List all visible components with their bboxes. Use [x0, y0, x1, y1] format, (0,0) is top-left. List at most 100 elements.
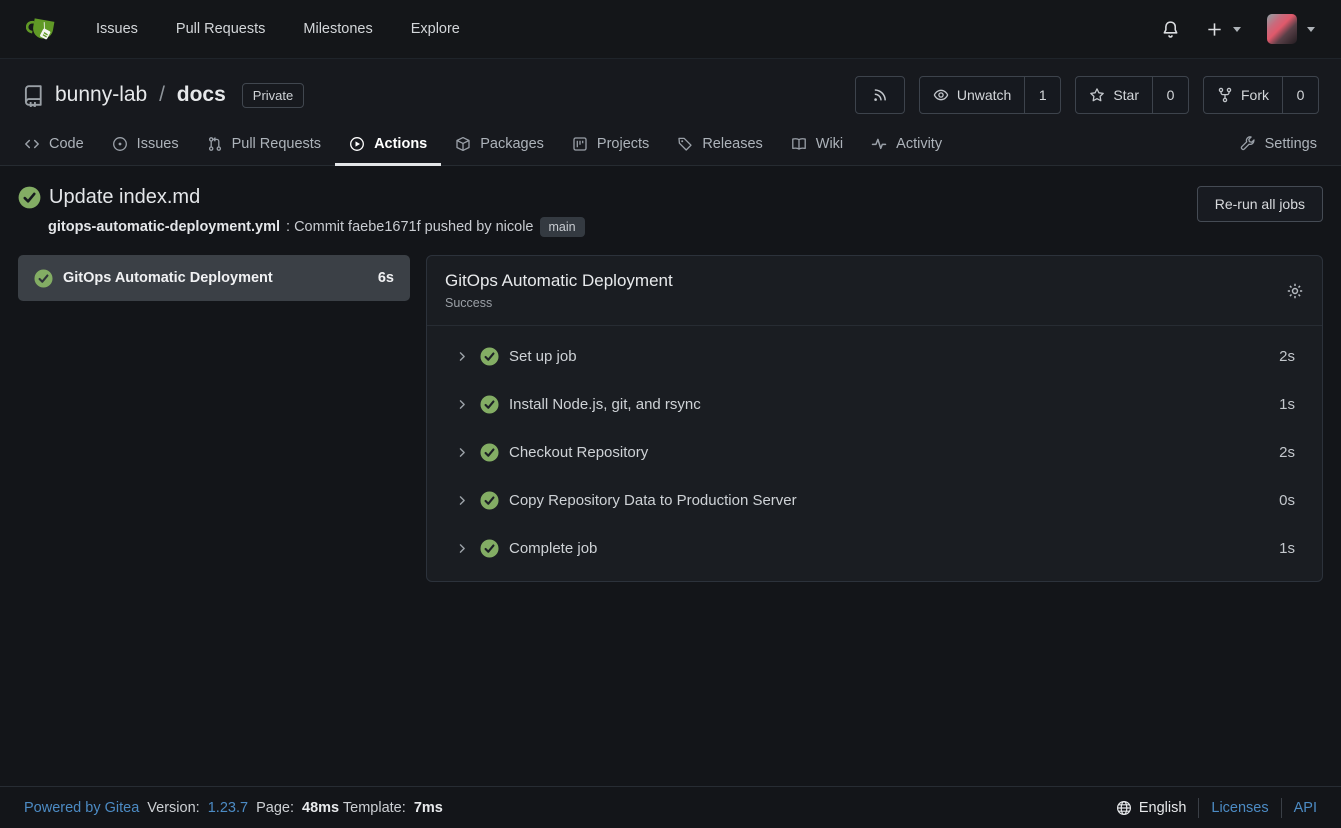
- top-navbar: Issues Pull Requests Milestones Explore: [0, 0, 1341, 59]
- star-count[interactable]: 0: [1152, 77, 1188, 113]
- user-menu[interactable]: [1267, 14, 1315, 44]
- branch-badge[interactable]: main: [540, 217, 585, 237]
- page-time-value: 48ms: [302, 800, 339, 816]
- star-icon: [1089, 87, 1105, 103]
- footer-divider: [1198, 798, 1199, 818]
- notifications-bell-icon[interactable]: [1161, 20, 1180, 39]
- check-circle-icon: [480, 347, 499, 366]
- play-circle-icon: [349, 136, 365, 152]
- steps-list: Set up job 2s Install Node.js, git, and …: [427, 326, 1322, 581]
- job-success-check-icon: [34, 269, 53, 288]
- step-duration: 0s: [1279, 492, 1295, 509]
- chevron-right-icon[interactable]: [456, 398, 469, 411]
- nav-item-issues[interactable]: Issues: [96, 21, 138, 37]
- gear-icon[interactable]: [1286, 282, 1304, 300]
- nav-item-pull-requests[interactable]: Pull Requests: [176, 21, 265, 37]
- tools-icon: [1240, 136, 1256, 152]
- version-label: Version:: [147, 800, 199, 816]
- fork-count[interactable]: 0: [1282, 77, 1318, 113]
- nav-item-milestones[interactable]: Milestones: [303, 21, 372, 37]
- watch-count[interactable]: 1: [1024, 77, 1060, 113]
- footer-info: Powered by Gitea Version: 1.23.7 Page: 4…: [24, 800, 443, 816]
- chevron-right-icon[interactable]: [456, 446, 469, 459]
- api-link[interactable]: API: [1294, 800, 1317, 816]
- panel-job-status: Success: [445, 296, 673, 310]
- pulse-icon: [871, 136, 887, 152]
- check-circle-icon: [480, 395, 499, 414]
- repo-tabs: Code Issues Pull Requests Actions: [0, 124, 1341, 165]
- git-fork-icon: [1217, 87, 1233, 103]
- step-row-complete[interactable]: Complete job 1s: [427, 524, 1322, 572]
- repo-book-icon: [22, 84, 45, 107]
- chevron-right-icon[interactable]: [456, 494, 469, 507]
- git-pull-request-icon: [207, 136, 223, 152]
- tab-packages[interactable]: Packages: [441, 124, 558, 166]
- tab-actions[interactable]: Actions: [335, 124, 441, 166]
- private-badge: Private: [242, 83, 304, 108]
- create-new-caret-icon: [1233, 27, 1241, 32]
- language-selector[interactable]: English: [1116, 800, 1187, 816]
- repo-header: bunny-lab / docs Private: [0, 59, 1341, 166]
- fork-button[interactable]: Fork: [1204, 77, 1282, 113]
- step-row-install[interactable]: Install Node.js, git, and rsync 1s: [427, 380, 1322, 428]
- job-duration: 6s: [378, 270, 394, 286]
- tab-releases[interactable]: Releases: [663, 124, 776, 166]
- rss-icon[interactable]: [856, 77, 904, 113]
- powered-by-gitea-link[interactable]: Powered by Gitea: [24, 800, 139, 816]
- job-list-item[interactable]: GitOps Automatic Deployment 6s: [18, 255, 410, 301]
- issue-opened-icon: [112, 136, 128, 152]
- tab-issues[interactable]: Issues: [98, 124, 193, 166]
- package-icon: [455, 136, 471, 152]
- job-name: GitOps Automatic Deployment: [63, 270, 273, 286]
- tab-pull-requests[interactable]: Pull Requests: [193, 124, 335, 166]
- check-circle-icon: [480, 539, 499, 558]
- rerun-all-jobs-button[interactable]: Re-run all jobs: [1197, 186, 1323, 222]
- chevron-right-icon[interactable]: [456, 542, 469, 555]
- commit-info: : Commit faebe1671f pushed by nicole: [286, 219, 533, 235]
- tag-icon: [677, 136, 693, 152]
- step-duration: 2s: [1279, 348, 1295, 365]
- run-title: Update index.md: [49, 186, 200, 209]
- repo-owner-link[interactable]: bunny-lab: [55, 83, 147, 106]
- check-circle-icon: [480, 491, 499, 510]
- step-duration: 1s: [1279, 540, 1295, 557]
- tab-code[interactable]: Code: [10, 124, 98, 166]
- eye-icon: [933, 87, 949, 103]
- step-row-checkout[interactable]: Checkout Repository 2s: [427, 428, 1322, 476]
- create-new-button[interactable]: [1206, 21, 1241, 38]
- star-button-group: Star 0: [1075, 76, 1189, 114]
- workflow-file-name: gitops-automatic-deployment.yml: [48, 219, 280, 235]
- step-name: Set up job: [509, 348, 577, 365]
- template-time-value: 7ms: [414, 800, 443, 816]
- repo-separator: /: [159, 83, 165, 106]
- step-row-setup[interactable]: Set up job 2s: [427, 332, 1322, 380]
- page-time-label: Page:: [256, 800, 294, 816]
- step-name: Install Node.js, git, and rsync: [509, 396, 701, 413]
- panel-header: GitOps Automatic Deployment Success: [427, 256, 1322, 326]
- licenses-link[interactable]: Licenses: [1211, 800, 1268, 816]
- star-button[interactable]: Star: [1076, 77, 1152, 113]
- rss-button[interactable]: [855, 76, 905, 114]
- user-avatar[interactable]: [1267, 14, 1297, 44]
- jobs-sidebar: GitOps Automatic Deployment 6s: [18, 255, 410, 301]
- step-duration: 2s: [1279, 444, 1295, 461]
- unwatch-button[interactable]: Unwatch: [920, 77, 1024, 113]
- version-link[interactable]: 1.23.7: [208, 800, 248, 816]
- chevron-right-icon[interactable]: [456, 350, 469, 363]
- page-footer: Powered by Gitea Version: 1.23.7 Page: 4…: [0, 786, 1341, 828]
- tab-projects[interactable]: Projects: [558, 124, 663, 166]
- step-duration: 1s: [1279, 396, 1295, 413]
- repo-name-link[interactable]: docs: [177, 83, 226, 106]
- nav-item-explore[interactable]: Explore: [411, 21, 460, 37]
- watch-button-group: Unwatch 1: [919, 76, 1061, 114]
- tab-settings[interactable]: Settings: [1226, 124, 1331, 166]
- fork-button-group: Fork 0: [1203, 76, 1319, 114]
- tab-wiki[interactable]: Wiki: [777, 124, 857, 166]
- check-circle-icon: [480, 443, 499, 462]
- run-subtitle: gitops-automatic-deployment.yml : Commit …: [48, 217, 585, 237]
- gitea-logo-icon[interactable]: [26, 12, 60, 46]
- template-time-label: Template:: [343, 800, 406, 816]
- tab-activity[interactable]: Activity: [857, 124, 956, 166]
- step-row-copy[interactable]: Copy Repository Data to Production Serve…: [427, 476, 1322, 524]
- code-icon: [24, 136, 40, 152]
